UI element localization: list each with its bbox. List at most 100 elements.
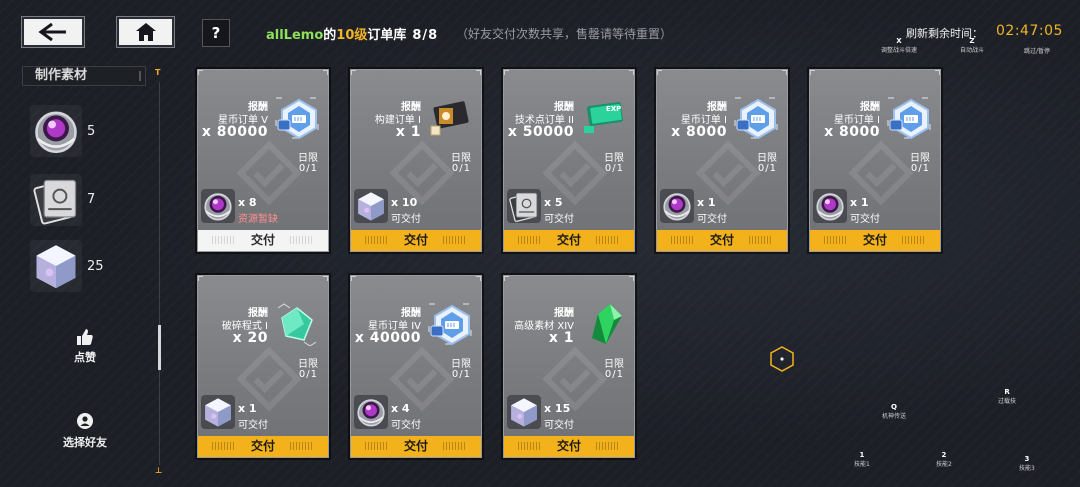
deliver-button[interactable]: 交付 — [198, 230, 328, 251]
required-quantity: x 15 — [544, 402, 571, 415]
deliver-button[interactable]: 交付 — [198, 436, 328, 457]
thumbs-up-icon — [77, 329, 93, 345]
card-corner — [504, 276, 509, 281]
star-coin-ticket-icon[interactable] — [886, 96, 932, 140]
requirement-status: 可交付 — [850, 214, 880, 225]
daily-limit-label: 日限 — [910, 153, 930, 164]
crystal-cube-icon[interactable] — [507, 395, 541, 429]
tech-drive-icon[interactable] — [507, 189, 541, 223]
order-card[interactable]: 报酬 星币订单 IV x 40000 日限 0/1 x 4 可交付 交付 — [350, 275, 482, 458]
daily-limit-label: 日限 — [298, 359, 318, 370]
daily-limit-label: 日限 — [298, 153, 318, 164]
order-card[interactable]: 报酬 破碎程式 I x 20 日限 0/1 x 1 可交付 交付 — [197, 275, 329, 458]
required-quantity: x 5 — [544, 196, 563, 209]
requirement-status: 可交付 — [238, 420, 268, 431]
daily-limit-label: 日限 — [604, 153, 624, 164]
star-coin-ticket-icon[interactable] — [427, 302, 473, 346]
hotkey-speed[interactable]: X 调整战斗倍速 — [881, 37, 917, 54]
materials-scroll-thumb[interactable] — [158, 325, 161, 370]
build-card-icon[interactable] — [427, 96, 473, 140]
select-friend-button[interactable]: 选择好友 — [55, 412, 115, 450]
requirement-status: 可交付 — [697, 214, 727, 225]
requirement-status: 可交付 — [544, 214, 574, 225]
daily-limit-value: 0/1 — [298, 163, 318, 174]
reward-quantity: x 1 — [548, 330, 574, 346]
star-coin-ticket-icon[interactable] — [733, 96, 779, 140]
card-corner — [198, 276, 203, 281]
reward-quantity: x 1 — [395, 124, 421, 140]
star-coin-ticket-icon[interactable] — [274, 96, 320, 140]
home-button[interactable] — [116, 16, 175, 48]
daily-limit-value: 0/1 — [604, 163, 624, 174]
hotkey-skip-pause[interactable]: 跳过/暂停 — [1024, 46, 1050, 55]
back-button[interactable] — [21, 16, 85, 48]
card-corner — [782, 70, 787, 75]
deliver-button[interactable]: 交付 — [810, 230, 940, 251]
scroll-bottom-marker: ⊥ — [155, 466, 163, 475]
purple-orb-icon[interactable] — [201, 189, 235, 223]
like-button[interactable]: 点赞 — [68, 328, 102, 365]
hotkey-teleport[interactable]: Q 机神传送 — [882, 403, 906, 420]
hotkey-auto-battle[interactable]: Z 自动战斗 — [960, 37, 984, 54]
back-arrow-icon — [38, 23, 66, 41]
requirement-status: 资源暂缺 — [238, 214, 278, 225]
help-button[interactable]: ? — [202, 19, 230, 47]
required-quantity: x 4 — [391, 402, 410, 415]
player-level: 10级 — [336, 28, 368, 43]
deliver-button[interactable]: 交付 — [504, 436, 634, 457]
deliver-button[interactable]: 交付 — [351, 230, 481, 251]
card-corner — [323, 70, 328, 75]
material-purple-orb[interactable] — [30, 105, 86, 157]
purple-orb-icon[interactable] — [813, 189, 847, 223]
order-card[interactable]: 报酬 星币订单 I x 8000 日限 0/1 x 1 可交付 交付 — [809, 69, 941, 252]
order-card[interactable]: 报酬 构建订单 I x 1 日限 0/1 x 10 可交付 交付 — [350, 69, 482, 252]
material-tech-drive[interactable] — [30, 174, 86, 226]
daily-limit-value: 0/1 — [910, 163, 930, 174]
green-shard-icon[interactable] — [274, 302, 320, 346]
daily-limit-value: 0/1 — [451, 369, 471, 380]
purple-orb-icon — [30, 105, 82, 157]
materials-scrollbar[interactable] — [159, 82, 160, 465]
crystal-cube-icon[interactable] — [201, 395, 235, 429]
refresh-timer-value: 02:47:05 — [996, 23, 1063, 39]
emerald-crystal-icon[interactable] — [580, 302, 626, 346]
deliver-button[interactable]: 交付 — [657, 230, 787, 251]
exp-card-icon[interactable] — [580, 96, 626, 140]
hotkey-skill-2[interactable]: 2 技能2 — [936, 451, 952, 468]
hotkey-skill-1[interactable]: 1 技能1 — [854, 451, 870, 468]
crystal-cube-icon[interactable] — [354, 189, 388, 223]
hotkey-skill-3[interactable]: 3 技能3 — [1019, 455, 1035, 472]
card-corner — [629, 276, 634, 281]
daily-limit-value: 0/1 — [757, 163, 777, 174]
materials-panel-title: 制作素材 — [22, 66, 146, 86]
tech-drive-icon — [30, 174, 82, 226]
deliver-button[interactable]: 交付 — [351, 436, 481, 457]
select-friend-label: 选择好友 — [63, 436, 107, 449]
reward-quantity: x 8000 — [671, 124, 727, 140]
like-label: 点赞 — [74, 351, 96, 364]
order-library-title: allLemo的10级订单库 8/8 — [266, 24, 438, 43]
material-crystal-cube[interactable] — [30, 240, 86, 292]
purple-orb-icon[interactable] — [354, 395, 388, 429]
material-count: 25 — [87, 259, 104, 274]
friend-icon — [77, 413, 93, 429]
order-card[interactable]: 报酬 星币订单 I x 8000 日限 0/1 x 1 可交付 交付 — [656, 69, 788, 252]
hexagon-marker-icon[interactable] — [769, 345, 795, 373]
purple-orb-icon[interactable] — [660, 189, 694, 223]
material-count: 5 — [87, 124, 96, 139]
hotkey-overload[interactable]: R 过载技 — [998, 388, 1016, 405]
deliver-button[interactable]: 交付 — [504, 230, 634, 251]
card-corner — [476, 276, 481, 281]
reward-quantity: x 80000 — [201, 124, 268, 140]
reward-quantity: x 40000 — [354, 330, 421, 346]
card-corner — [657, 70, 662, 75]
daily-limit-label: 日限 — [604, 359, 624, 370]
daily-limit-value: 0/1 — [604, 369, 624, 380]
card-corner — [351, 70, 356, 75]
card-corner — [323, 276, 328, 281]
card-corner — [198, 70, 203, 75]
order-card[interactable]: 报酬 技术点订单 II x 50000 日限 0/1 x 5 可交付 交付 — [503, 69, 635, 252]
card-corner — [810, 70, 815, 75]
order-card[interactable]: 报酬 星币订单 V x 80000 日限 0/1 x 8 资源暂缺 交付 — [197, 69, 329, 252]
order-card[interactable]: 报酬 高级素材 XIV x 1 日限 0/1 x 15 可交付 交付 — [503, 275, 635, 458]
